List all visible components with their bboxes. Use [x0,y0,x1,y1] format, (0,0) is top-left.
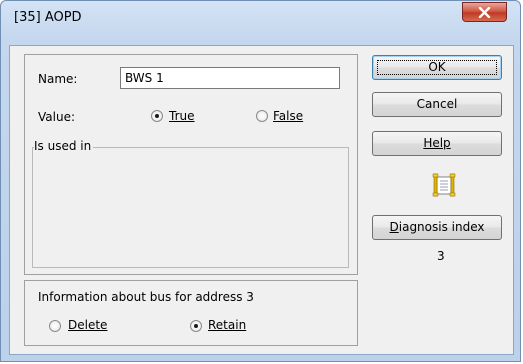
radio-delete-indicator[interactable] [49,320,61,332]
ok-focus-rect [377,60,497,75]
radio-delete-text[interactable]: Delete [68,318,107,332]
help-button[interactable]: Help [372,131,502,156]
diagnosis-index-value: 3 [437,249,445,263]
ok-button[interactable]: OK [372,55,502,80]
close-icon [478,7,491,18]
diagnosis-index-label: Diagnosis index [389,220,485,234]
radio-retain-label[interactable]: Retain [208,318,246,332]
window-title: [35] AOPD [14,10,82,25]
radio-delete-label[interactable]: Delete [68,318,107,332]
name-label: Name: [38,72,78,86]
bus-info-label: Information about bus for address 3 [38,290,254,304]
radio-retain-text[interactable]: Retain [208,318,246,332]
radio-false-label[interactable]: False [273,109,303,123]
close-button[interactable] [462,2,507,22]
help-button-label: Help [423,136,451,150]
radio-true-label[interactable]: True [169,109,195,123]
radio-retain-indicator[interactable] [190,320,202,332]
diagnosis-index-text: iagnosis index [398,220,485,234]
document-scroll-icon [432,173,456,197]
diagnosis-index-button[interactable]: Diagnosis index [372,215,502,240]
name-input[interactable] [120,67,340,89]
radio-true-indicator[interactable] [151,110,163,122]
used-in-list[interactable] [32,147,349,268]
title-bar: [35] AOPD [1,1,520,35]
cancel-button[interactable]: Cancel [372,92,502,117]
radio-false-indicator[interactable] [256,110,268,122]
cancel-button-label: Cancel [416,97,458,111]
used-in-label: Is used in [34,139,94,153]
value-label: Value: [38,110,75,124]
